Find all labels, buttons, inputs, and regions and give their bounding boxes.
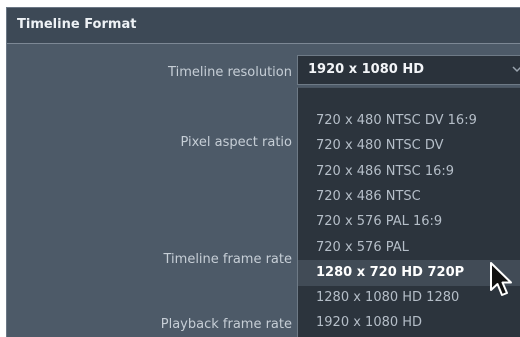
pixel-aspect-ratio-label: Pixel aspect ratio	[180, 135, 292, 150]
resolution-option-label: 720 x 480 NTSC DV 16:9	[316, 113, 477, 128]
mouse-cursor-icon	[490, 262, 512, 296]
resolution-option-label: 720 x 576 PAL	[316, 239, 409, 255]
resolution-option-label: 720 x 576 PAL 16:9	[316, 214, 443, 230]
resolution-option[interactable]: 1280 x 720 HD 720P	[298, 259, 520, 286]
timeline-frame-rate-label: Timeline frame rate	[163, 252, 293, 267]
playback-frame-rate-label: Playback frame rate	[160, 317, 292, 332]
chevron-down-icon[interactable]	[511, 62, 520, 76]
resolution-option-label: 720 x 480 NTSC DV	[316, 138, 444, 154]
resolution-option[interactable]: 720 x 480 NTSC DV 16:9	[298, 108, 520, 134]
resolution-option[interactable]: 1280 x 1080 HD 1280	[298, 285, 520, 311]
timeline-resolution-label: Timeline resolution	[168, 65, 292, 80]
timeline-resolution-select[interactable]: 1920 x 1080 HD	[297, 55, 520, 85]
timeline-resolution-value: 1920 x 1080 HD	[308, 62, 424, 77]
resolution-option[interactable]: 720 x 480 NTSC DV	[298, 133, 520, 159]
panel-title: Timeline Format	[17, 17, 137, 32]
panel-header: Timeline Format	[7, 8, 520, 44]
resolution-option-label: 720 x 486 NTSC 16:9	[316, 163, 455, 179]
resolution-option-label: 1920 x 1080 HD	[316, 315, 423, 331]
resolution-option-label: 1280 x 1080 HD 1280	[316, 290, 460, 306]
resolution-option[interactable]: 1920 x 1080 HD	[298, 310, 520, 336]
resolution-dropdown-list: 720 x 480 NTSC DV 16:9 720 x 480 NTSC DV 7…	[297, 87, 520, 337]
resolution-option[interactable]: 720 x 486 NTSC	[298, 184, 520, 210]
resolution-option[interactable]: 720 x 486 NTSC 16:9	[298, 159, 520, 185]
resolution-option-label: 720 x 486 NTSC	[316, 188, 421, 204]
resolution-option[interactable]: 720 x 576 PAL 16:9	[298, 209, 520, 235]
resolution-option[interactable]: 720 x 576 PAL	[298, 235, 520, 261]
resolution-option-label: 1280 x 720 HD 720P	[316, 264, 465, 280]
